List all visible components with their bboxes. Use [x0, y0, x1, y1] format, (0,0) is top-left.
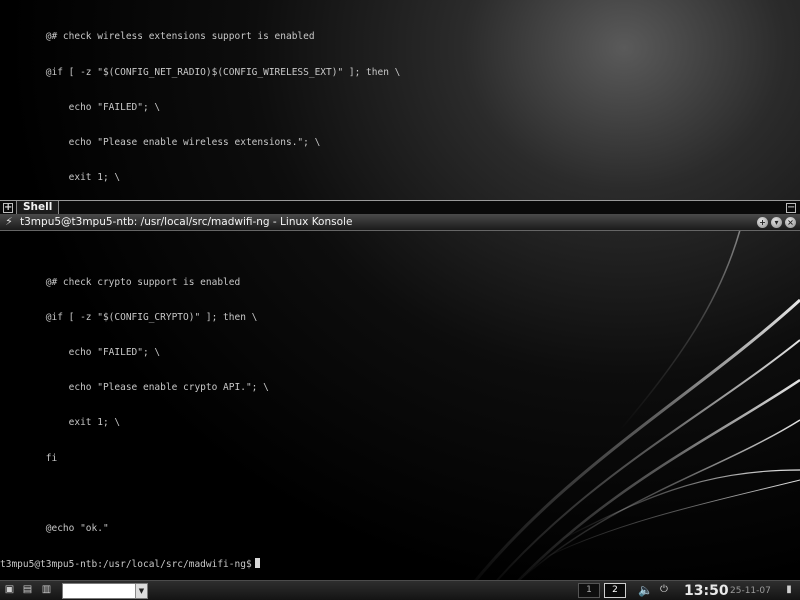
terminal-line: fi	[0, 452, 58, 464]
terminal-output[interactable]: @# check wireless extensions support is …	[0, 8, 800, 569]
terminal-line: @# check crypto support is enabled	[0, 277, 241, 289]
maximize-button[interactable]: +	[757, 217, 768, 228]
window-titlebar[interactable]: ⚡ t3mpu5@t3mpu5-ntb: /usr/local/src/madw…	[0, 214, 800, 231]
terminal-line: @echo "ok."	[0, 522, 109, 534]
close-tab-button[interactable]: −	[786, 203, 796, 213]
terminal-line: echo "Please enable wireless extensions.…	[0, 136, 321, 148]
kmenu-icon[interactable]: ▣	[4, 585, 15, 595]
trash-icon[interactable]: ▮	[784, 585, 794, 595]
terminal-prompt-line[interactable]: t3mpu5@t3mpu5-ntb:/usr/local/src/madwifi…	[0, 557, 800, 570]
terminal-icon[interactable]: ▥	[41, 585, 52, 595]
close-button[interactable]: ×	[785, 217, 796, 228]
desktop: @# check wireless extensions support is …	[0, 0, 800, 600]
tasklist-combo[interactable]: ▼	[62, 583, 148, 599]
show-desktop-icon[interactable]: ▤	[22, 585, 33, 595]
power-plug-icon[interactable]: ⏻	[657, 585, 671, 595]
taskbar-panel: ▣ ▤ ▥ ▼ 1 2 🔈 ⏻ 13:50 25-11-07 ▮	[0, 580, 800, 600]
terminal-line: echo "FAILED"; \	[0, 101, 161, 113]
terminal-line: echo "FAILED"; \	[0, 347, 161, 359]
new-tab-button[interactable]: +	[3, 203, 13, 213]
tab-shell[interactable]: Shell	[16, 201, 60, 214]
terminal-line: @if [ -z "$(CONFIG_CRYPTO)" ]; then \	[0, 312, 258, 324]
terminal-line: @if [ -z "$(CONFIG_NET_RADIO)$(CONFIG_WI…	[0, 66, 401, 78]
terminal-line: echo "Please enable crypto API."; \	[0, 382, 269, 394]
terminal-prompt: t3mpu5@t3mpu5-ntb:/usr/local/src/madwifi…	[0, 558, 252, 570]
date: 25-11-07	[730, 586, 771, 596]
terminal-tab-bar: + Shell −	[0, 200, 800, 214]
terminal-line: exit 1; \	[0, 417, 121, 429]
desktop-pager-1[interactable]: 1	[578, 583, 600, 598]
minimize-button[interactable]: ▾	[771, 217, 782, 228]
chevron-down-icon[interactable]: ▼	[135, 584, 147, 598]
terminal-line: exit 1; \	[0, 171, 121, 183]
terminal-cursor	[254, 557, 260, 568]
clock[interactable]: 13:50	[684, 582, 729, 600]
terminal-line: @# check wireless extensions support is …	[0, 31, 315, 43]
desktop-pager-2[interactable]: 2	[604, 583, 626, 598]
volume-icon[interactable]: 🔈	[638, 584, 653, 596]
window-title: t3mpu5@t3mpu5-ntb: /usr/local/src/madwif…	[20, 216, 353, 228]
konsole-icon[interactable]: ⚡	[3, 216, 15, 228]
